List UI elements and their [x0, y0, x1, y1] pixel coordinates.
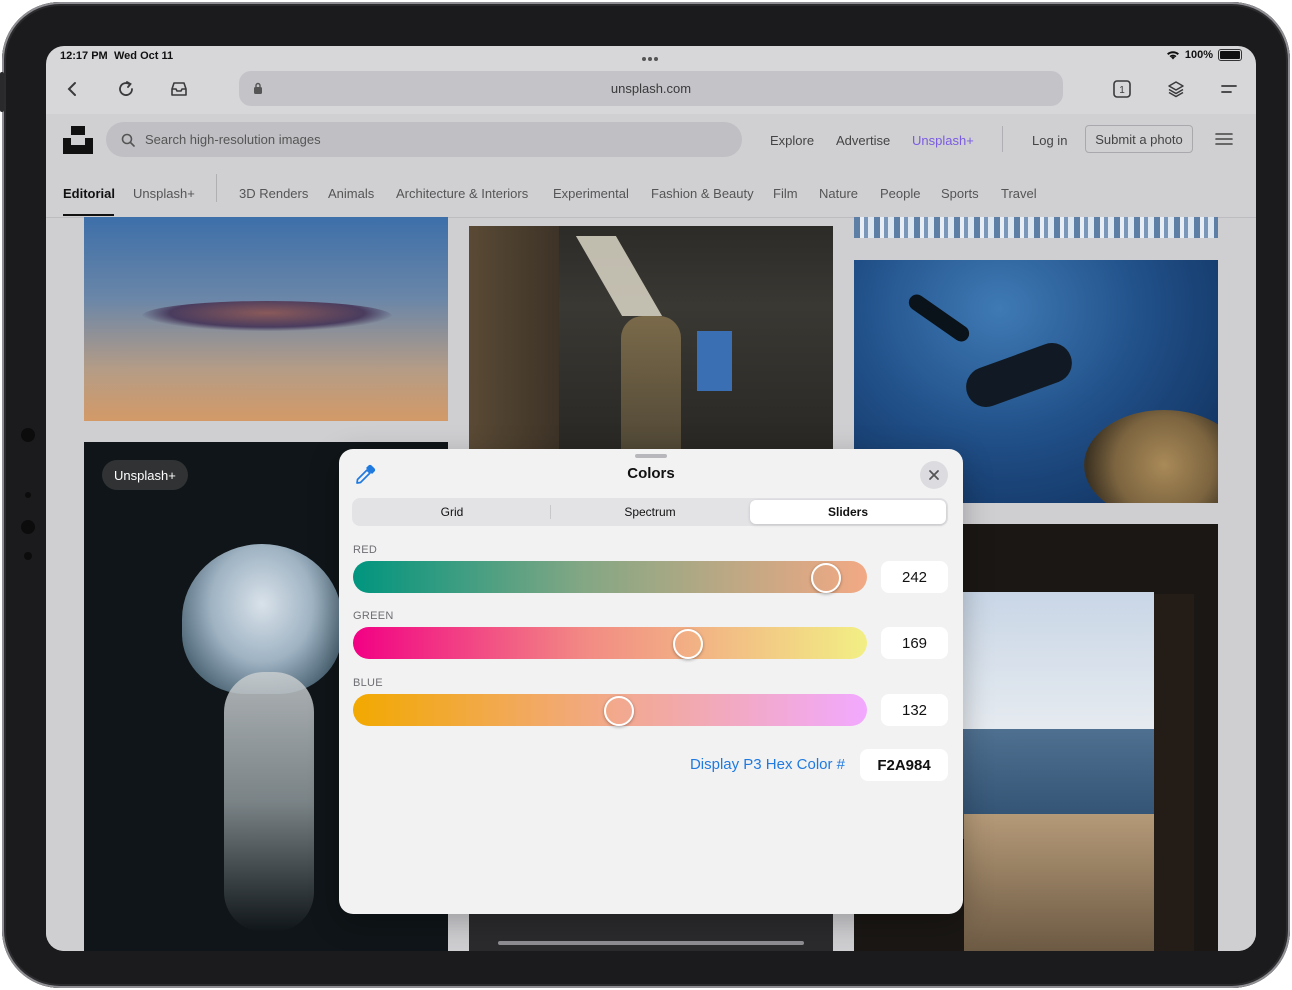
category-animals[interactable]: Animals	[328, 186, 374, 201]
hex-label: Display P3 Hex Color #	[689, 756, 845, 773]
photo-detail	[964, 814, 1164, 951]
segment-divider	[550, 505, 551, 519]
red-slider-thumb[interactable]	[811, 563, 842, 593]
blue-slider[interactable]	[353, 694, 867, 726]
photo-lenticular-cloud[interactable]	[84, 217, 448, 421]
close-button[interactable]	[920, 461, 948, 489]
submit-photo-label: Submit a photo	[1095, 131, 1183, 147]
photo-detail	[1154, 594, 1194, 951]
photo-detail	[960, 337, 1078, 413]
category-3d-renders[interactable]: 3D Renders	[239, 186, 308, 201]
sheet-grabber[interactable]	[635, 454, 667, 458]
green-value-field[interactable]: 169	[881, 627, 948, 659]
picker-title: Colors	[627, 465, 675, 482]
camera-icon	[21, 428, 35, 442]
category-architecture[interactable]: Architecture & Interiors	[396, 186, 528, 201]
status-date: Wed Oct 11	[114, 50, 174, 62]
sensor-dot	[25, 492, 31, 498]
hex-value-field[interactable]: F2A984	[860, 749, 948, 781]
search-input[interactable]: Search high-resolution images	[106, 122, 742, 157]
photo-detail	[575, 236, 663, 316]
tab-count: 1	[1119, 85, 1125, 96]
battery-icon	[1218, 49, 1242, 61]
category-people[interactable]: People	[880, 186, 920, 201]
divider	[216, 174, 217, 202]
mode-segmented-control: Grid Spectrum Sliders	[352, 498, 948, 526]
screen: 12:17 PM Wed Oct 11 100% unsplash.com 1 …	[46, 46, 1256, 951]
close-icon	[929, 470, 939, 480]
category-film[interactable]: Film	[773, 186, 798, 201]
photo-detail	[469, 226, 559, 486]
home-indicator	[498, 941, 804, 945]
photo-detail	[905, 291, 973, 345]
green-slider-thumb[interactable]	[673, 629, 704, 659]
green-label: GREEN	[353, 610, 394, 622]
tray-icon[interactable]	[166, 76, 192, 102]
hamburger-menu-icon[interactable]	[1215, 132, 1233, 146]
red-value-field[interactable]: 242	[881, 561, 948, 593]
address-bar[interactable]: unsplash.com	[239, 71, 1063, 106]
photo-detail	[697, 331, 732, 391]
chevron-left-icon[interactable]	[59, 76, 85, 102]
browser-toolbar: unsplash.com 1	[46, 68, 1256, 114]
photo-detail	[954, 592, 1154, 732]
photo-striped-fabric[interactable]	[854, 217, 1218, 238]
layers-icon[interactable]	[1163, 76, 1189, 102]
color-picker-panel: Colors Grid Spectrum Sliders RED 242 GRE…	[339, 449, 963, 914]
blue-slider-thumb[interactable]	[603, 696, 634, 726]
category-fashion-beauty[interactable]: Fashion & Beauty	[651, 186, 754, 201]
lock-icon	[254, 82, 262, 94]
battery-percent: 100%	[1184, 49, 1213, 61]
search-placeholder: Search high-resolution images	[145, 132, 321, 147]
site-header: Search high-resolution images Explore Ad…	[46, 114, 1256, 218]
tab-spectrum[interactable]: Spectrum	[552, 500, 748, 524]
reload-icon[interactable]	[113, 76, 139, 102]
nav-advertise[interactable]: Advertise	[836, 133, 890, 148]
multitasking-dots-icon[interactable]	[642, 52, 660, 64]
sensor-dot	[24, 552, 32, 560]
category-experimental[interactable]: Experimental	[553, 186, 629, 201]
camera-lens	[21, 520, 35, 534]
active-category-indicator	[63, 214, 114, 216]
submit-photo-button[interactable]: Submit a photo	[1085, 125, 1193, 153]
tabs-icon[interactable]: 1	[1109, 76, 1135, 102]
cloud-shape	[142, 301, 392, 331]
wifi-icon	[1166, 51, 1179, 60]
tab-grid[interactable]: Grid	[354, 500, 550, 524]
category-editorial[interactable]: Editorial	[63, 186, 115, 201]
status-time: 12:17 PM	[60, 50, 108, 62]
green-slider[interactable]	[353, 627, 867, 659]
volume-button	[0, 72, 4, 112]
category-travel[interactable]: Travel	[1001, 186, 1037, 201]
category-unsplash-plus[interactable]: Unsplash+	[133, 186, 195, 201]
unsplash-logo[interactable]	[63, 124, 93, 154]
category-sports[interactable]: Sports	[941, 186, 979, 201]
red-slider[interactable]	[353, 561, 867, 593]
unsplash-plus-badge: Unsplash+	[102, 460, 188, 490]
search-icon	[121, 133, 135, 147]
tab-sliders[interactable]: Sliders	[750, 500, 946, 524]
nav-unsplash-plus[interactable]: Unsplash+	[912, 133, 974, 148]
ipad-frame: 12:17 PM Wed Oct 11 100% unsplash.com 1 …	[0, 2, 1290, 988]
category-nature[interactable]: Nature	[819, 186, 858, 201]
photo-detail	[621, 316, 681, 466]
blue-label: BLUE	[353, 677, 383, 689]
photo-detail	[1084, 410, 1218, 503]
photo-detail	[224, 672, 314, 932]
red-label: RED	[353, 544, 378, 556]
url-text: unsplash.com	[610, 81, 692, 96]
nav-explore[interactable]: Explore	[770, 133, 814, 148]
blue-value-field[interactable]: 132	[881, 694, 948, 726]
status-bar: 12:17 PM Wed Oct 11 100%	[46, 46, 1256, 68]
menu-icon[interactable]	[1216, 76, 1242, 102]
divider	[1002, 126, 1003, 152]
nav-login[interactable]: Log in	[1032, 133, 1067, 148]
